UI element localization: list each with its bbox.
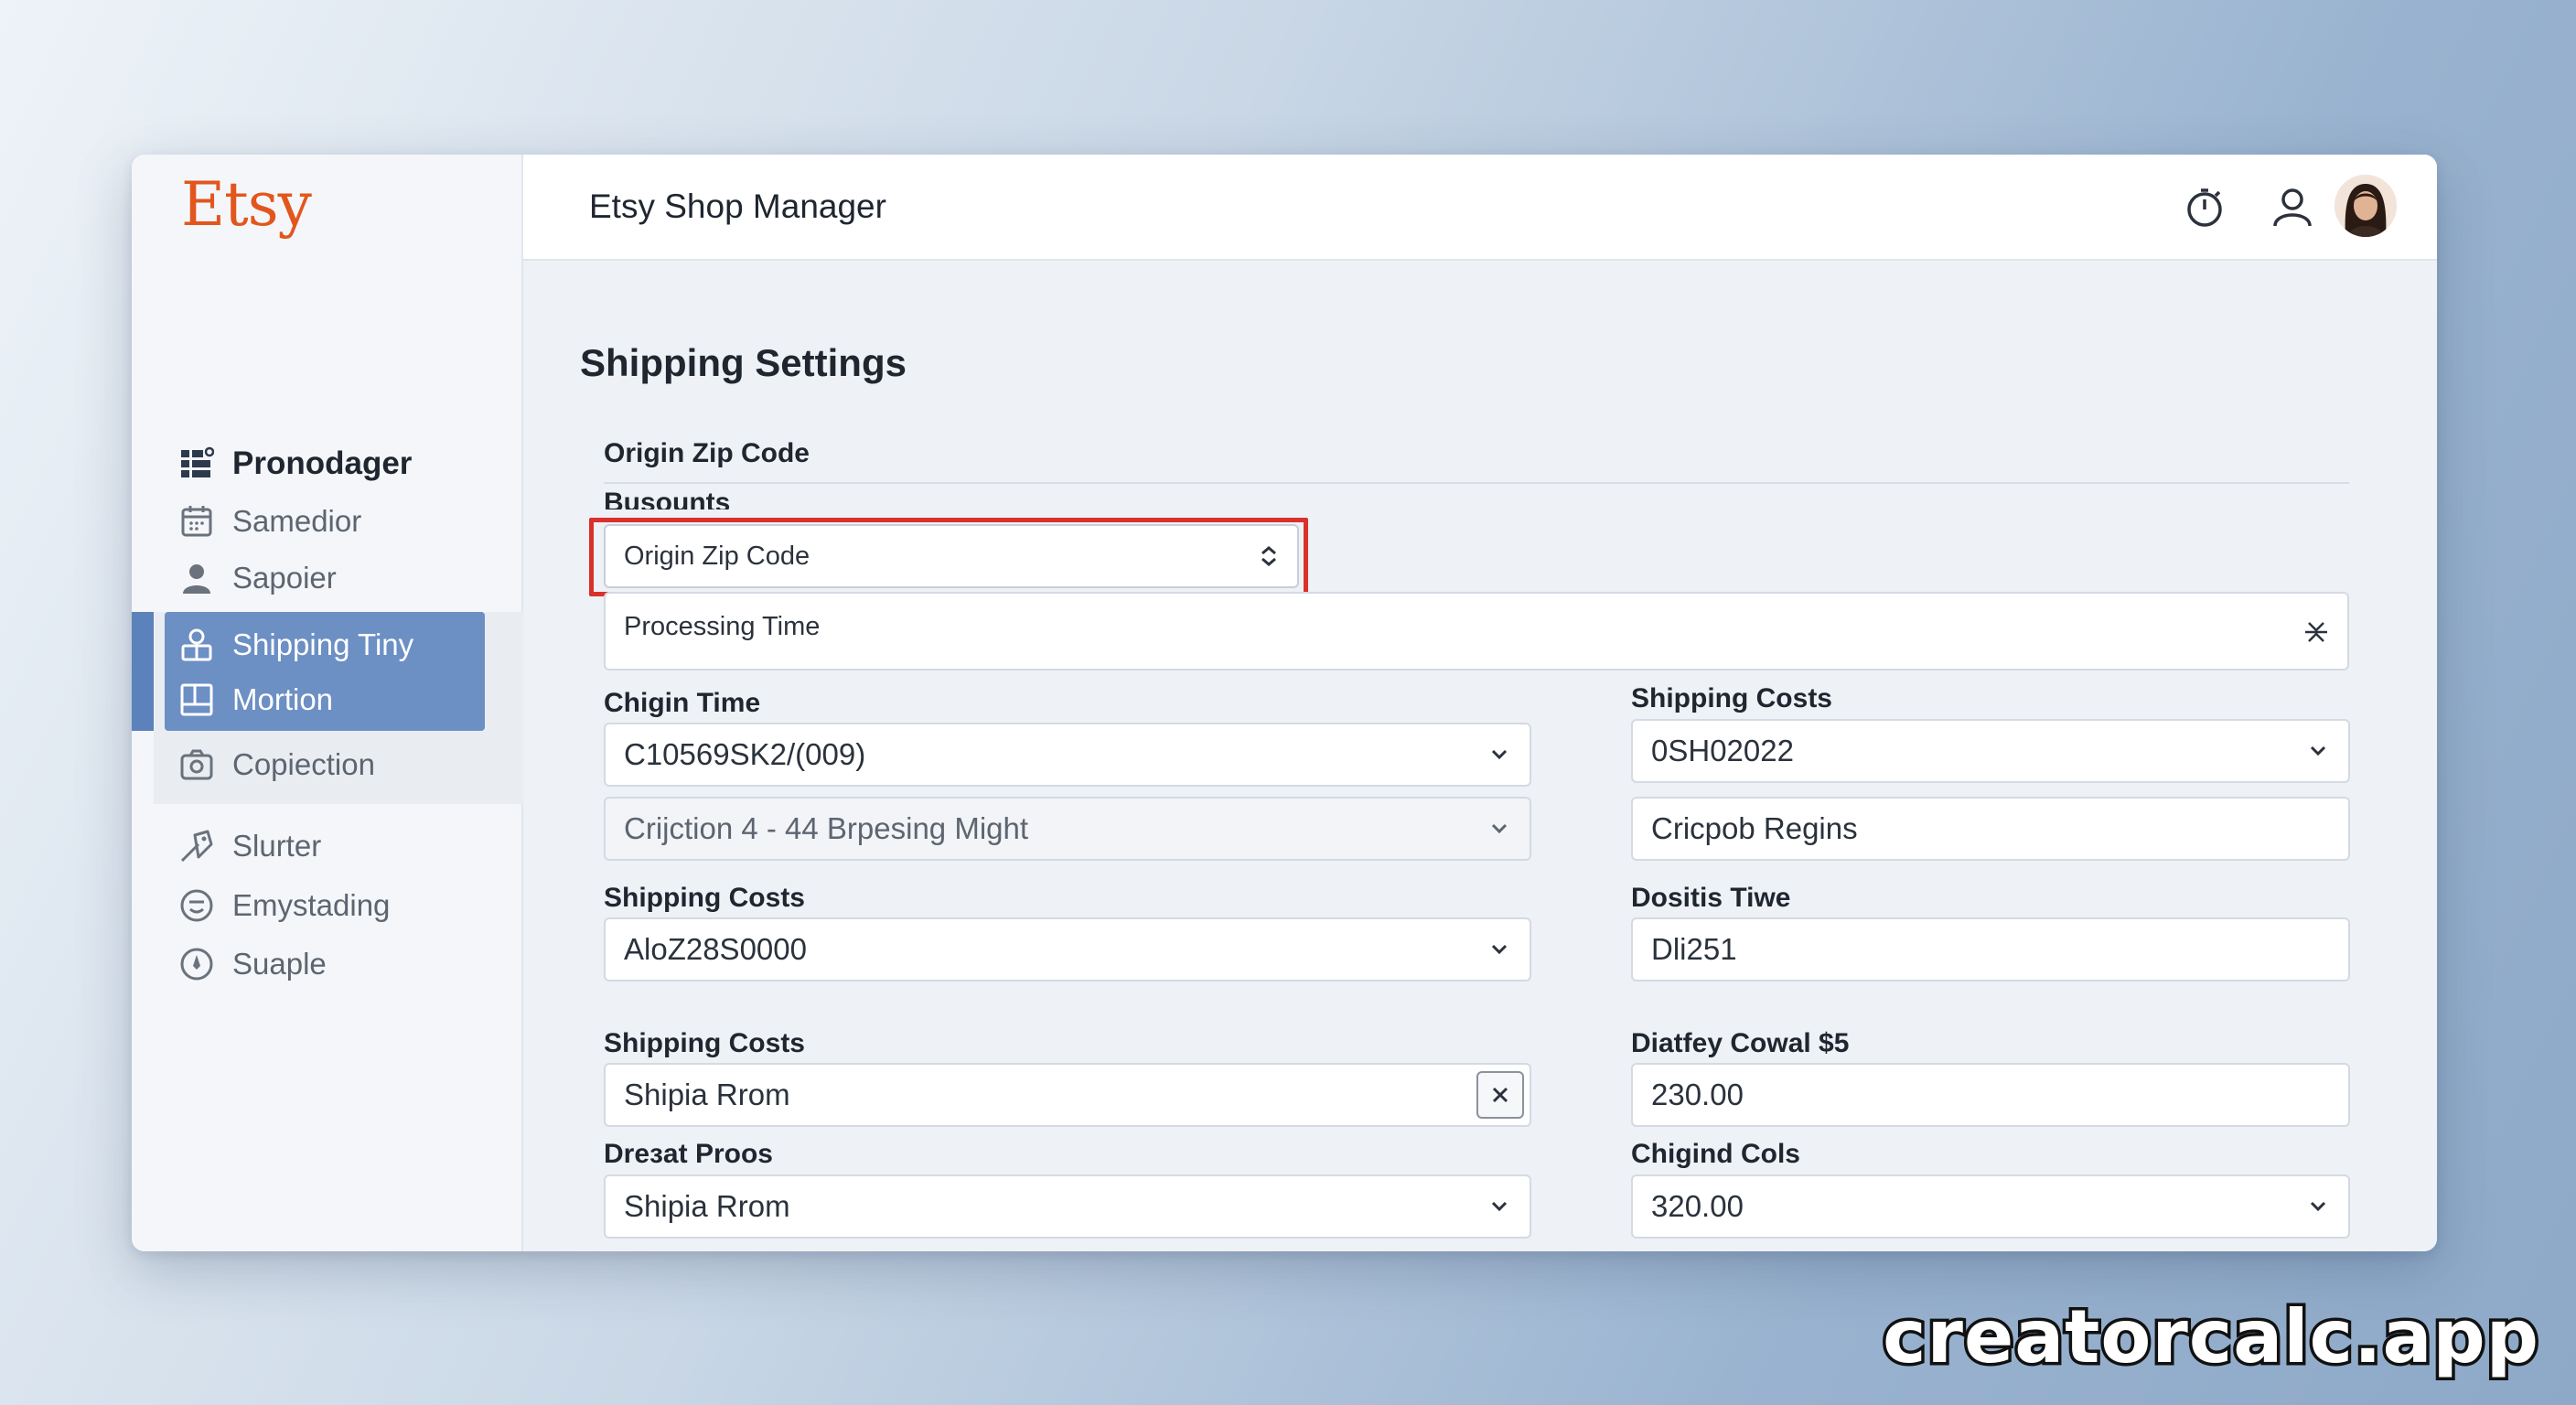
sidebar-item-copiection[interactable]: Copiection: [177, 739, 375, 790]
field-label: Dreɜat Proos: [604, 1139, 773, 1169]
app-window: Etsy Pronodager Samedior Sapoier Shippin…: [132, 155, 2437, 1251]
sub-label: Busounts: [604, 488, 731, 509]
smile-icon: [177, 886, 216, 925]
highlight-box: [589, 518, 1308, 596]
field-value: Shipia Rrom: [624, 1078, 790, 1111]
cricpob-regins-input[interactable]: Cricpob Regins: [1631, 797, 2350, 861]
field-value: C10569SK2/(009): [624, 737, 866, 771]
tag-icon: [177, 827, 216, 865]
field-label: Shipping Costs: [604, 883, 805, 913]
collapse-icon[interactable]: [2302, 617, 2329, 645]
field-label: Chigin Time: [604, 688, 761, 718]
clear-button[interactable]: [1476, 1071, 1524, 1119]
active-indicator: [132, 612, 154, 731]
chevron-down-icon: [1486, 1193, 1513, 1220]
sidebar-item-label: Copiection: [232, 747, 375, 781]
grid-icon: [177, 445, 216, 483]
timer-icon[interactable]: [2179, 182, 2230, 233]
chevron-down-icon: [2304, 1193, 2332, 1220]
chevron-down-icon: [2304, 737, 2332, 765]
sidebar-item-slurter[interactable]: Slurter: [177, 820, 321, 872]
page-title: Shipping Settings: [580, 341, 907, 384]
profile-icon[interactable]: [2267, 182, 2318, 233]
sidebar-item-label: Samedior: [232, 504, 362, 538]
sidebar-item-pronodager[interactable]: Pronodager: [177, 438, 412, 489]
camera-icon: [177, 745, 216, 784]
field-value: Dli251: [1651, 932, 1737, 966]
field-value: 320.00: [1651, 1189, 1744, 1223]
sidebar-item-label: Shipping Tiny: [232, 627, 414, 661]
sidebar-item-shipping[interactable]: Shipping Tiny: [177, 619, 413, 670]
shipping-costs-select[interactable]: AloZ28S0000: [604, 917, 1531, 981]
sidebar-item-label: Slurter: [232, 829, 322, 863]
chevron-down-icon: [1486, 741, 1513, 768]
calendar-icon: [177, 502, 216, 541]
right-shipping-costs-select[interactable]: 0SH02022: [1631, 719, 2350, 783]
shipping-icon: [177, 626, 216, 664]
processing-time-field[interactable]: Processing Time: [604, 592, 2349, 670]
field-label: Diatfey Cowal $5: [1631, 1028, 1850, 1058]
sidebar-item-label: Suaple: [232, 947, 327, 981]
shipping-costs-input[interactable]: Shipia Rrom: [604, 1063, 1531, 1127]
sidebar-item-emystading[interactable]: Emystading: [177, 880, 390, 931]
chevron-down-icon: [1486, 936, 1513, 963]
sidebar-item-label: Pronodager: [232, 445, 413, 481]
field-value: 230.00: [1651, 1078, 1744, 1111]
field-value: Crijction 4 - 44 Brpesing Might: [624, 811, 1029, 845]
dreat-proos-select[interactable]: Shipia Rrom: [604, 1174, 1531, 1239]
chigind-cols-select[interactable]: 320.00: [1631, 1174, 2350, 1239]
criction-select[interactable]: Crijction 4 - 44 Brpesing Might: [604, 797, 1531, 861]
diatfey-cowal-input[interactable]: 230.00: [1631, 1063, 2350, 1127]
close-icon: [1492, 1087, 1508, 1103]
sidebar: Etsy Pronodager Samedior Sapoier Shippin…: [132, 155, 523, 1251]
sidebar-item-label: Mortion: [232, 682, 334, 716]
chevron-down-icon: [1486, 815, 1513, 842]
chigin-time-select[interactable]: C10569SK2/(009): [604, 723, 1531, 787]
etsy-logo[interactable]: Etsy: [181, 169, 312, 240]
main-content: Etsy Shop Manager Shipping Settings Orig…: [523, 155, 2437, 1251]
watermark: creatorcalc.app: [1880, 1292, 2542, 1383]
sidebar-item-mortion[interactable]: Mortion: [177, 674, 333, 725]
divider: [604, 482, 2349, 484]
field-value: 0SH02022: [1651, 734, 1794, 767]
sidebar-item-label: Sapoier: [232, 561, 337, 595]
sidebar-item-sapoier[interactable]: Sapoier: [177, 552, 337, 604]
user-icon: [177, 559, 216, 597]
compass-icon: [177, 945, 216, 983]
layout-icon: [177, 681, 216, 719]
origin-zip-label: Origin Zip Code: [604, 438, 810, 468]
dositis-time-input[interactable]: Dli251: [1631, 917, 2350, 981]
sidebar-item-label: Emystading: [232, 888, 391, 922]
field-label: Shipping Costs: [604, 1028, 805, 1058]
app-title: Etsy Shop Manager: [589, 188, 886, 225]
avatar[interactable]: [2334, 175, 2397, 237]
field-label: Chigind Cols: [1631, 1139, 1800, 1169]
field-label: Dositis Tiwe: [1631, 883, 1791, 913]
field-value: Cricpob Regins: [1651, 811, 1858, 845]
field-label: Shipping Costs: [1631, 683, 1832, 713]
sidebar-item-samedior[interactable]: Samedior: [177, 496, 361, 547]
sidebar-item-suaple[interactable]: Suaple: [177, 938, 327, 990]
field-value: AloZ28S0000: [624, 932, 807, 966]
top-bar: Etsy Shop Manager: [523, 155, 2437, 261]
field-value: Shipia Rrom: [624, 1189, 790, 1223]
processing-time-label: Processing Time: [624, 612, 821, 641]
